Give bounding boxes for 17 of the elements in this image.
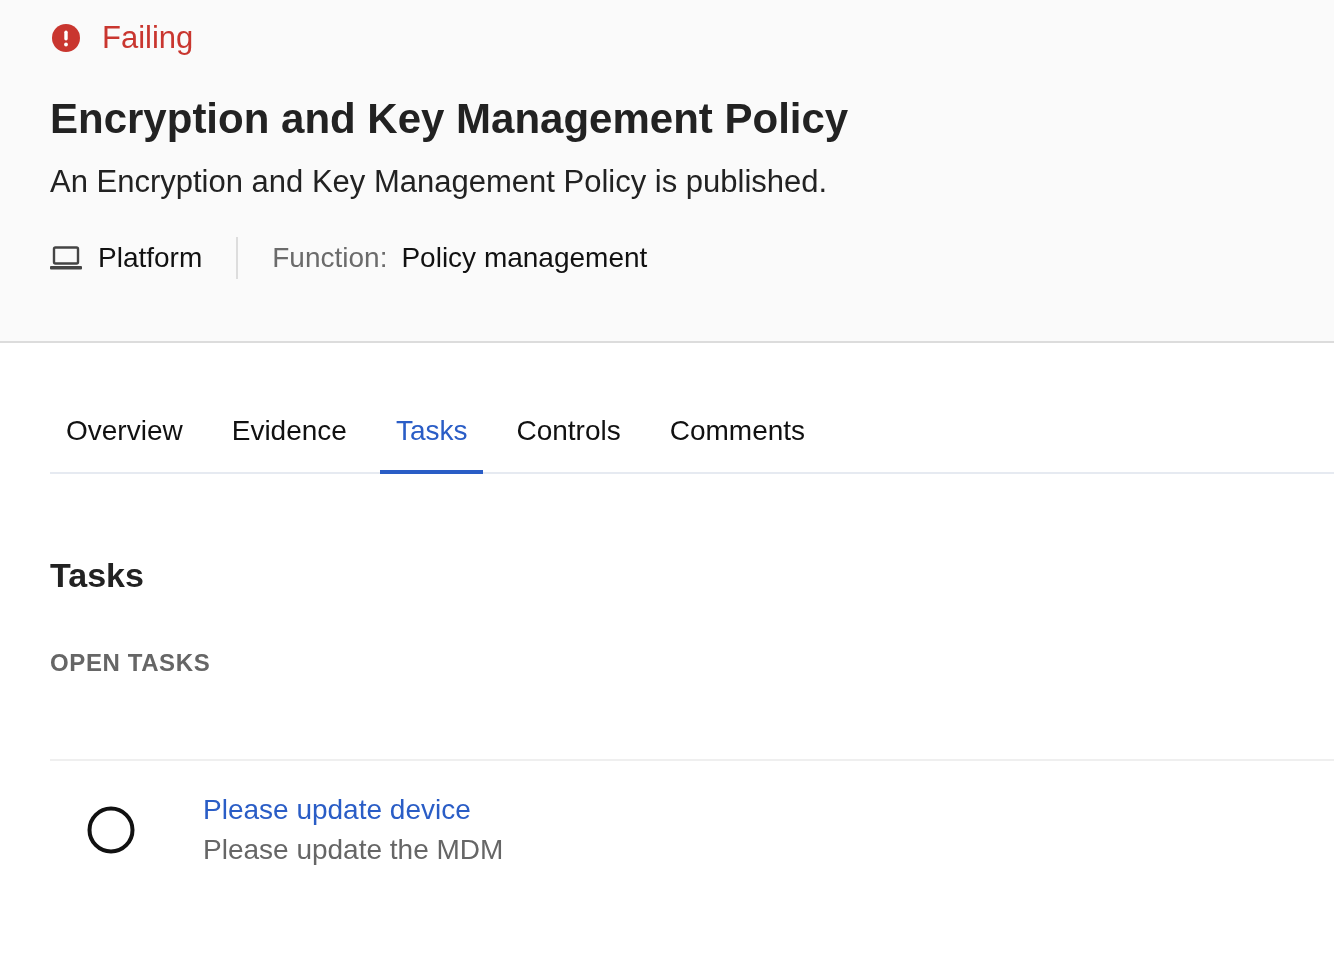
tab[interactable]: Overview [50,401,199,474]
policy-description: An Encryption and Key Management Policy is published. [50,163,829,201]
laptop-icon [50,246,82,270]
task-title-link[interactable]: Please update device [203,792,504,828]
section-heading: Tasks [50,555,145,596]
function-label: Function: [272,241,388,275]
policy-title: Encryption and Key Management Policy [50,94,850,144]
tab[interactable]: Evidence [215,401,363,474]
empty-circle-icon[interactable] [87,806,135,854]
platform-label: Platform [98,241,203,275]
group-label: OPEN TASKS [50,648,212,678]
function-value: Policy management [401,241,648,275]
tab[interactable]: Tasks [379,401,484,474]
tab[interactable]: Comments [653,401,822,474]
status-label: Failing [102,20,194,56]
tab[interactable]: Controls [500,401,637,474]
task-description: Please update the MDM [203,833,504,867]
